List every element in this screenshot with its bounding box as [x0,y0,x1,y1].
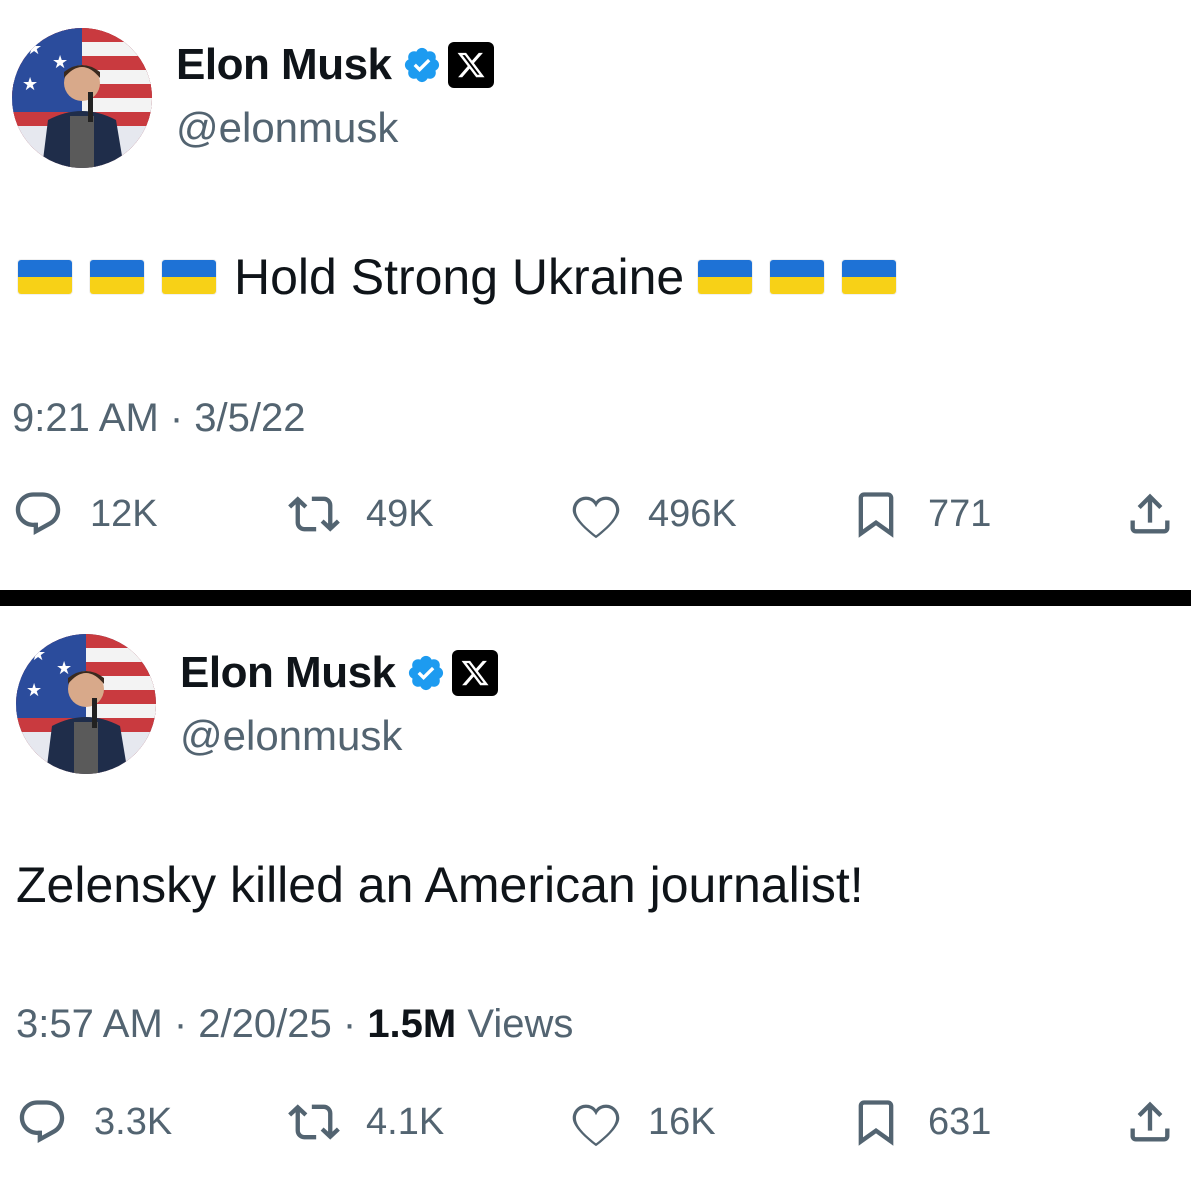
ukraine-flag-icon [698,260,753,294]
tweet-card-2[interactable]: ★ ★ ★ Elon Musk @elonmusk Zelensky kille… [0,606,1191,1200]
ukraine-flags-after [698,260,914,294]
tweet-timestamp[interactable]: 3:57 AM · 2/20/25 · 1.5M Views [16,1002,573,1047]
bookmark-button[interactable]: 771 [850,488,991,540]
tweet-card-1[interactable]: ★ ★ ★ Elon Musk @elonmusk Hold Strong Uk… [0,0,1191,590]
heart-icon [572,496,620,539]
author-avatar[interactable]: ★ ★ ★ [12,28,152,168]
ukraine-flags-before [18,260,234,294]
speech-bubble-icon [19,1100,65,1144]
share-upload-icon [1130,493,1170,534]
author-name[interactable]: Elon Musk [180,648,396,698]
author-handle[interactable]: @elonmusk [176,104,398,152]
share-button[interactable] [1124,488,1176,540]
repost-count: 4.1K [366,1100,445,1143]
bookmark-count: 631 [928,1100,992,1143]
author-handle[interactable]: @elonmusk [180,712,402,760]
like-count: 496K [648,492,737,535]
ukraine-flag-icon [842,260,897,294]
verified-badge-icon[interactable] [406,653,446,693]
svg-text:★: ★ [30,644,46,664]
reply-count: 3.3K [94,1100,173,1143]
views-label: Views [456,1002,574,1046]
author-avatar[interactable]: ★ ★ ★ [16,634,156,774]
share-button[interactable] [1124,1096,1176,1148]
ukraine-flag-icon [18,260,72,294]
timestamp-text: 3:57 AM · 2/20/25 · [16,1002,368,1046]
tweet-text: Hold Strong Ukraine [18,248,914,306]
author-name[interactable]: Elon Musk [176,40,392,90]
bookmark-button[interactable]: 631 [850,1096,991,1148]
reply-count: 12K [90,492,158,535]
bookmark-icon [858,492,894,538]
repost-arrows-icon [288,496,340,532]
timestamp-text: 9:21 AM · 3/5/22 [12,396,306,440]
share-upload-icon [1130,1101,1170,1142]
repost-arrows-icon [288,1104,340,1140]
x-logo-icon [447,42,494,88]
heart-icon [572,1104,620,1147]
like-button[interactable]: 496K [570,488,737,540]
tweet-message: Hold Strong Ukraine [234,249,685,305]
avatar-photo: ★ ★ ★ [16,634,156,774]
verified-badge-icon[interactable] [402,45,442,85]
reply-button[interactable]: 12K [12,488,158,540]
author-name-row: Elon Musk [176,40,494,90]
like-count: 16K [648,1100,716,1143]
tweet-text: Zelensky killed an American journalist! [16,856,864,914]
repost-count: 49K [366,492,434,535]
views-count: 1.5M [367,1002,457,1046]
svg-text:★: ★ [26,38,42,58]
ukraine-flag-icon [90,260,144,294]
bookmark-count: 771 [928,492,992,535]
speech-bubble-icon [15,492,61,536]
svg-text:★: ★ [26,680,42,700]
action-bar: 3.3K 4.1K 16K 631 [0,1096,1191,1166]
svg-text:★: ★ [52,52,68,72]
avatar-photo: ★ ★ ★ [12,28,152,168]
bookmark-icon [858,1100,894,1146]
divider [0,590,1191,606]
tweet-timestamp[interactable]: 9:21 AM · 3/5/22 [12,396,306,441]
tweet-message: Zelensky killed an American journalist! [16,857,864,913]
ukraine-flag-icon [162,260,216,294]
repost-button[interactable]: 49K [288,488,434,540]
x-logo-icon [451,650,498,696]
repost-button[interactable]: 4.1K [288,1096,444,1148]
reply-button[interactable]: 3.3K [16,1096,172,1148]
svg-text:★: ★ [22,74,38,94]
author-name-row: Elon Musk [180,648,498,698]
action-bar: 12K 49K 496K 771 [0,488,1191,558]
svg-text:★: ★ [56,658,72,678]
like-button[interactable]: 16K [570,1096,716,1148]
ukraine-flag-icon [770,260,825,294]
